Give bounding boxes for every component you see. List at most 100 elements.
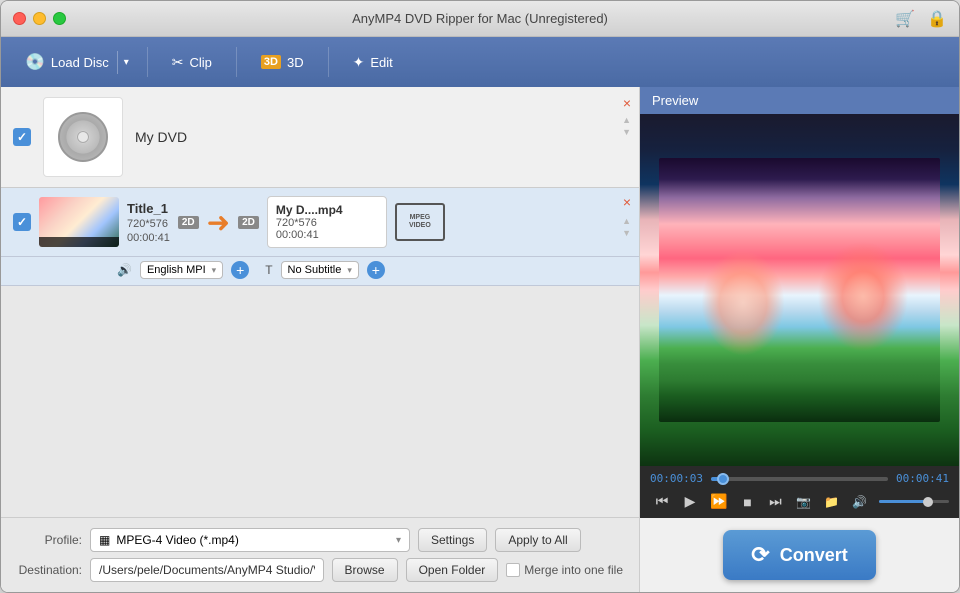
- load-disc-button[interactable]: 💿 Load Disc: [17, 46, 117, 78]
- window-title: AnyMP4 DVD Ripper for Mac (Unregistered): [352, 11, 608, 26]
- disc-item: My DVD × ▲ ▼: [1, 87, 639, 188]
- source-2d-badge: 2D: [178, 216, 199, 229]
- stop-button[interactable]: ■: [735, 492, 759, 512]
- close-button[interactable]: [13, 12, 26, 25]
- progress-handle[interactable]: [717, 473, 729, 485]
- progress-track[interactable]: [711, 477, 888, 481]
- output-duration: 00:00:41: [276, 229, 378, 241]
- audio-icon: 🔊: [117, 263, 132, 277]
- subtitle-chevron-icon: ▾: [347, 265, 352, 276]
- convert-arrow-icon: ➜: [207, 206, 230, 239]
- profile-row: Profile: ▦ MPEG-4 Video (*.mp4) ▾ Settin…: [17, 528, 623, 552]
- profile-value: MPEG-4 Video (*.mp4): [116, 533, 239, 547]
- convert-button[interactable]: ⟳ Convert: [723, 530, 875, 580]
- title-dimensions: 720*576: [127, 218, 170, 230]
- load-disc-label: Load Disc: [51, 55, 109, 70]
- destination-row: Destination: Browse Open Folder Merge in…: [17, 558, 623, 582]
- edit-button[interactable]: ✦ Edit: [341, 48, 405, 77]
- audio-chevron-icon: ▾: [212, 265, 217, 276]
- playback-controls: ⏮ ▶ ⏩ ■ ⏭ 📷 📁 🔊: [650, 491, 949, 512]
- threed-button[interactable]: 3D 3D: [249, 49, 316, 76]
- profile-label: Profile:: [17, 533, 82, 547]
- destination-input[interactable]: [90, 558, 324, 582]
- load-disc-group: 💿 Load Disc ▾: [17, 46, 135, 78]
- folder-button[interactable]: 📁: [819, 493, 843, 511]
- title-down-arrow[interactable]: ▼: [622, 228, 631, 238]
- separator-1: [147, 47, 148, 77]
- user-icon[interactable]: 🔒: [927, 9, 947, 29]
- disc-up-arrow[interactable]: ▲: [622, 115, 631, 125]
- open-folder-button[interactable]: Open Folder: [406, 558, 499, 582]
- edit-icon: ✦: [353, 54, 365, 71]
- browse-button[interactable]: Browse: [332, 558, 398, 582]
- current-time: 00:00:03: [650, 472, 703, 485]
- subtitle-select[interactable]: No Subtitle ▾: [281, 261, 359, 279]
- settings-button[interactable]: Settings: [418, 528, 487, 552]
- title-close-button[interactable]: ×: [623, 194, 631, 210]
- disc-name: My DVD: [135, 129, 187, 145]
- titlebar-icons: 🛒 🔒: [895, 9, 947, 29]
- preview-header: Preview: [640, 87, 959, 114]
- title-thumb-visual: [39, 197, 119, 247]
- clip-button[interactable]: ✂ Clip: [160, 48, 224, 77]
- skip-back-button[interactable]: ⏮: [650, 491, 674, 512]
- app-window: AnyMP4 DVD Ripper for Mac (Unregistered)…: [0, 0, 960, 593]
- minimize-button[interactable]: [33, 12, 46, 25]
- output-2d-badge: 2D: [238, 216, 259, 229]
- separator-3: [328, 47, 329, 77]
- right-panel: Preview 00:00:03 00:00:41 ⏮ ▶: [639, 87, 959, 592]
- output-dimensions: 720*576: [276, 217, 378, 229]
- title-info: Title_1 720*576 00:00:41: [127, 201, 170, 244]
- scissors-icon: ✂: [172, 54, 184, 71]
- title-name: Title_1: [127, 201, 170, 216]
- destination-label: Destination:: [17, 563, 82, 577]
- title-item: Title_1 720*576 00:00:41 2D ➜ 2D My D...…: [1, 188, 639, 257]
- threed-badge-icon: 3D: [261, 55, 281, 69]
- volume-fill: [879, 500, 928, 503]
- timeline: 00:00:03 00:00:41: [650, 472, 949, 485]
- apply-to-all-button[interactable]: Apply to All: [495, 528, 580, 552]
- content-scroll[interactable]: My DVD × ▲ ▼ Title_: [1, 87, 639, 517]
- disc-visual-icon: [58, 112, 108, 162]
- output-name: My D....mp4: [276, 203, 378, 217]
- profile-icon: ▦: [99, 533, 110, 547]
- disc-down-arrow[interactable]: ▼: [622, 127, 631, 137]
- disc-close-button[interactable]: ×: [623, 95, 631, 111]
- merge-label-text: Merge into one file: [524, 563, 623, 577]
- title-up-arrow[interactable]: ▲: [622, 216, 631, 226]
- volume-button[interactable]: 🔊: [847, 493, 871, 511]
- merge-checkbox[interactable]: [506, 563, 520, 577]
- audio-select[interactable]: English MPI ▾: [140, 261, 223, 279]
- codec-badge: MPEGVIDEO: [395, 203, 445, 241]
- title-checkbox[interactable]: [13, 213, 31, 231]
- merge-label: Merge into one file: [506, 563, 623, 577]
- skip-forward-button[interactable]: ⏭: [763, 491, 787, 512]
- profile-select[interactable]: ▦ MPEG-4 Video (*.mp4) ▾: [90, 528, 410, 552]
- load-disc-dropdown[interactable]: ▾: [117, 51, 135, 74]
- separator-2: [236, 47, 237, 77]
- cart-icon[interactable]: 🛒: [895, 9, 915, 29]
- toolbar: 💿 Load Disc ▾ ✂ Clip 3D 3D ✦ Edit: [1, 37, 959, 87]
- output-info: My D....mp4 720*576 00:00:41: [267, 196, 387, 248]
- main-content: My DVD × ▲ ▼ Title_: [1, 87, 959, 592]
- left-panel: My DVD × ▲ ▼ Title_: [1, 87, 639, 592]
- convert-icon: ⟳: [751, 542, 769, 568]
- total-time: 00:00:41: [896, 472, 949, 485]
- traffic-lights: [13, 12, 66, 25]
- play-button[interactable]: ▶: [678, 491, 702, 512]
- disc-checkbox[interactable]: [13, 128, 31, 146]
- convert-label: Convert: [780, 545, 848, 566]
- volume-handle[interactable]: [923, 497, 933, 507]
- volume-track[interactable]: [879, 500, 949, 503]
- bottom-bar: Profile: ▦ MPEG-4 Video (*.mp4) ▾ Settin…: [1, 517, 639, 592]
- audio-label: English MPI: [147, 264, 206, 276]
- fast-forward-button[interactable]: ⏩: [706, 491, 731, 512]
- audio-add-button[interactable]: +: [231, 261, 249, 279]
- title-duration: 00:00:41: [127, 232, 170, 244]
- subtitle-add-button[interactable]: +: [367, 261, 385, 279]
- disc-icon: 💿: [25, 52, 45, 72]
- maximize-button[interactable]: [53, 12, 66, 25]
- screenshot-button[interactable]: 📷: [791, 493, 815, 511]
- subtitle-label: No Subtitle: [288, 264, 342, 276]
- profile-chevron-icon: ▾: [396, 535, 401, 546]
